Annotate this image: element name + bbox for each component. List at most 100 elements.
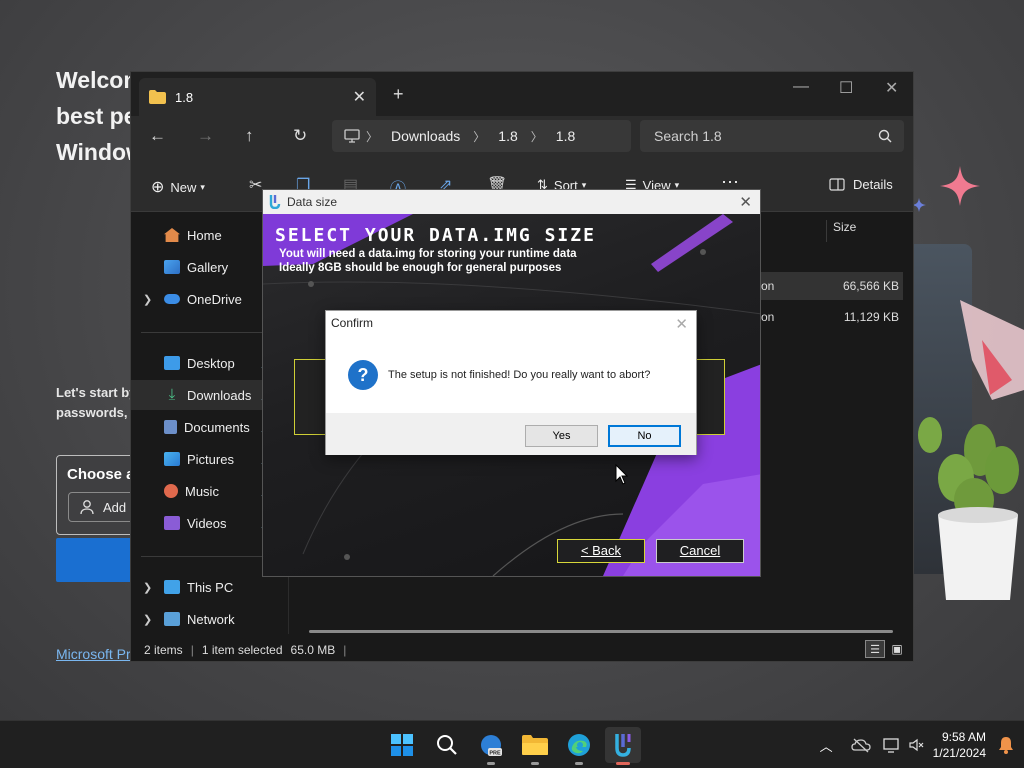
- back-arrow-icon[interactable]: ←: [149, 126, 166, 146]
- svg-text:?: ?: [358, 365, 369, 385]
- file-row[interactable]: on 66,566 KB: [759, 272, 903, 300]
- pictures-icon: [164, 452, 180, 466]
- microsoft-privacy-link[interactable]: Microsoft Pr: [56, 646, 131, 662]
- start-button[interactable]: [384, 727, 420, 763]
- mouse-cursor-icon: [615, 464, 629, 485]
- notification-bell-icon[interactable]: [998, 736, 1014, 754]
- onedrive-offline-icon[interactable]: [850, 737, 871, 753]
- file-size-cell: 11,129 KB: [843, 310, 899, 324]
- explorer-status-bar: 2 items | 1 item selected 65.0 MB | ☰ ▣: [131, 638, 913, 662]
- taskbar-edge-beta[interactable]: PRE: [473, 727, 509, 765]
- new-label: New: [170, 179, 197, 195]
- onedrive-cloud-icon: [164, 294, 180, 304]
- confirm-title: Confirm: [331, 316, 374, 330]
- setup-heading: SELECT YOUR DATA.IMG SIZE: [275, 225, 596, 246]
- details-pane-button[interactable]: Details: [829, 177, 893, 192]
- music-icon: [164, 484, 178, 498]
- yes-button[interactable]: Yes: [525, 425, 598, 447]
- no-button[interactable]: No: [608, 425, 681, 447]
- item-count: 2 items: [144, 643, 183, 657]
- horizontal-scrollbar[interactable]: [309, 630, 893, 633]
- svg-text:PRE: PRE: [489, 751, 501, 757]
- confirm-dialog: Confirm ✕ ? The setup is not finished! D…: [325, 310, 697, 455]
- sparkle-icon: [940, 166, 980, 206]
- back-button-label: < Back: [580, 543, 622, 558]
- chevron-right-icon[interactable]: ❯: [143, 293, 152, 306]
- chevron-right-icon[interactable]: ❯: [143, 613, 152, 626]
- taskbar-setup-app[interactable]: [605, 727, 641, 765]
- running-indicator: [487, 762, 495, 765]
- search-icon: [437, 735, 457, 755]
- taskbar-edge[interactable]: [561, 727, 597, 765]
- close-window-icon[interactable]: ✕: [885, 78, 898, 98]
- sidebar-item-network[interactable]: ❯ Network: [131, 604, 289, 634]
- breadcrumb-1-8[interactable]: 1.8: [498, 128, 517, 144]
- taskbar: PRE ︿ 9:58 AM 1/21/2024: [0, 720, 1024, 768]
- sidebar-item-label: Network: [187, 611, 235, 627]
- volume-muted-icon[interactable]: [909, 737, 925, 753]
- confirm-body: ? The setup is not finished! Do you real…: [326, 335, 696, 413]
- search-input[interactable]: Search 1.8: [640, 120, 904, 152]
- close-icon[interactable]: ✕: [739, 193, 752, 211]
- explorer-tab[interactable]: 1.8 ✕: [139, 78, 376, 116]
- maximize-icon[interactable]: ☐: [839, 78, 853, 98]
- up-arrow-icon[interactable]: ↑: [245, 126, 254, 146]
- plus-circle-icon: ⊕: [151, 179, 165, 196]
- add-account-label: Add: [103, 499, 127, 515]
- gallery-icon: [164, 260, 180, 274]
- clock[interactable]: 9:58 AM 1/21/2024: [933, 729, 986, 761]
- videos-icon: [164, 516, 180, 530]
- new-button[interactable]: ⊕ New ▾: [151, 177, 205, 197]
- confirm-titlebar: Confirm ✕: [326, 311, 696, 335]
- file-type-cell: on: [761, 310, 775, 324]
- chevron-right-icon: 〉: [473, 129, 486, 144]
- selection-count: 1 item selected: [201, 643, 283, 657]
- explorer-address-bar: ← → ↑ ↻ 〉 Downloads 〉 1.8 〉 1.8 Search 1…: [131, 116, 913, 160]
- breadcrumb[interactable]: 〉 Downloads 〉 1.8 〉 1.8: [332, 120, 631, 152]
- choose-account-title: Choose a: [67, 466, 135, 483]
- cut-icon[interactable]: ✂: [249, 175, 262, 195]
- computer-icon: [164, 580, 180, 594]
- breadcrumb-downloads[interactable]: Downloads: [391, 128, 460, 144]
- question-icon: ?: [348, 360, 378, 390]
- close-tab-icon[interactable]: ✕: [353, 87, 366, 107]
- new-tab-icon[interactable]: +: [393, 84, 404, 105]
- running-indicator: [616, 762, 630, 765]
- breadcrumb-1-8-current[interactable]: 1.8: [556, 128, 575, 144]
- cancel-button[interactable]: Cancel: [656, 539, 744, 563]
- close-icon[interactable]: ✕: [675, 313, 688, 337]
- desktop-icon: [164, 356, 180, 370]
- refresh-icon[interactable]: ↻: [293, 126, 307, 146]
- taskbar-search-button[interactable]: [429, 727, 465, 763]
- network-display-icon[interactable]: [882, 737, 901, 753]
- app-logo-icon: [269, 195, 281, 209]
- sidebar-item-label: Downloads: [187, 387, 252, 403]
- column-header-size[interactable]: Size: [826, 220, 906, 242]
- details-pane-icon: [829, 178, 845, 191]
- minimize-icon[interactable]: —: [793, 78, 809, 96]
- sidebar-item-label: Videos: [187, 515, 227, 531]
- show-hidden-icons-chevron-up-icon[interactable]: ︿: [820, 736, 833, 755]
- cancel-button-label: Cancel: [679, 543, 721, 558]
- details-view-icon[interactable]: ☰: [865, 640, 885, 658]
- person-icon: [80, 500, 94, 515]
- setup-description-line2: Ideally 8GB should be enough for general…: [279, 262, 562, 274]
- edge-beta-icon: PRE: [481, 735, 502, 757]
- chevron-right-icon: 〉: [530, 129, 543, 144]
- file-row[interactable]: on 11,129 KB: [759, 303, 903, 331]
- sidebar-item-label: OneDrive: [187, 291, 242, 307]
- clock-time: 9:58 AM: [941, 730, 986, 744]
- taskbar-file-explorer[interactable]: [517, 727, 553, 765]
- search-placeholder: Search 1.8: [654, 128, 722, 144]
- folder-icon: [149, 90, 166, 104]
- sidebar-item-label: Desktop: [187, 355, 235, 371]
- file-size-cell: 66,566 KB: [842, 279, 899, 293]
- running-indicator: [575, 762, 583, 765]
- forward-arrow-icon[interactable]: →: [197, 126, 214, 146]
- large-icons-view-icon[interactable]: ▣: [887, 640, 907, 658]
- chevron-right-icon[interactable]: ❯: [143, 581, 152, 594]
- back-button[interactable]: < Back: [557, 539, 645, 563]
- system-tray: ︿ 9:58 AM 1/21/2024: [820, 721, 1014, 768]
- sidebar-item-label: Documents: [184, 419, 250, 435]
- running-indicator: [531, 762, 539, 765]
